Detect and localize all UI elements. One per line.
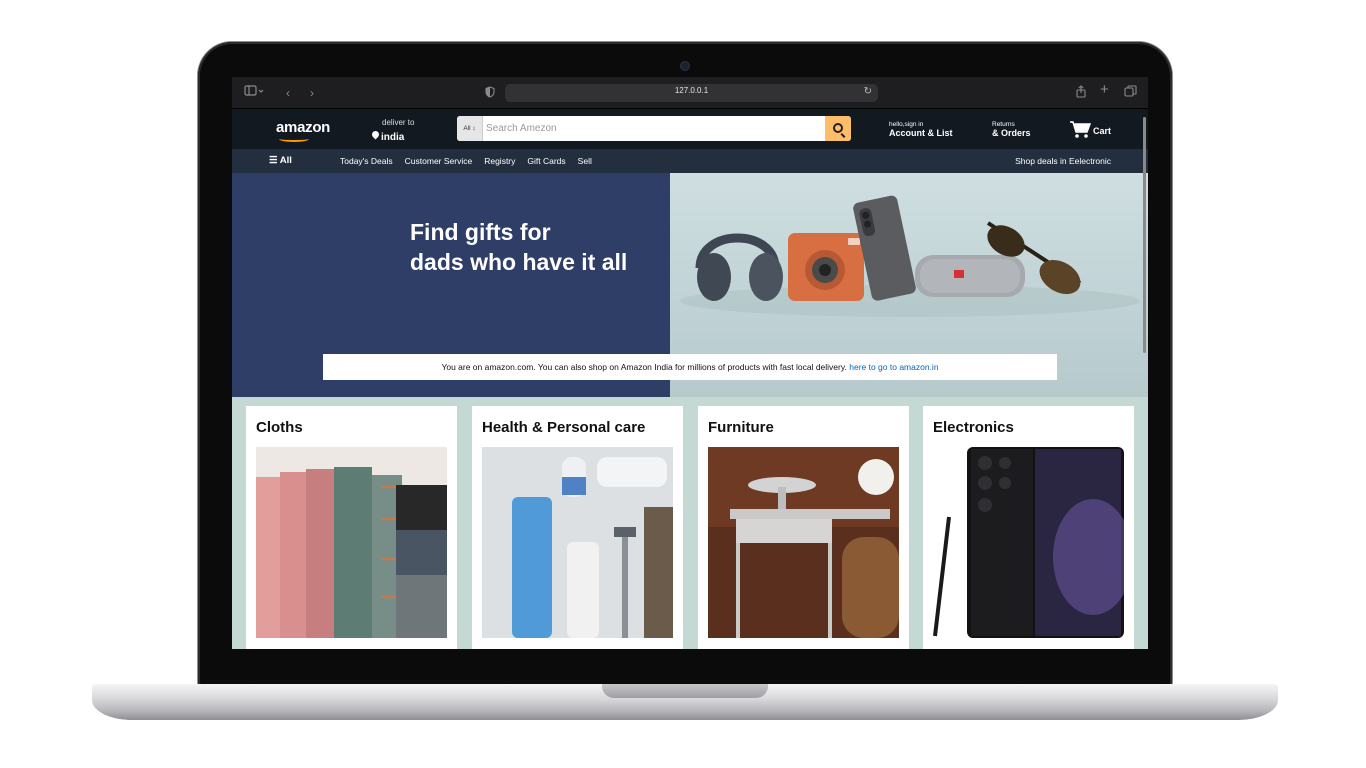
card-title: Cloths bbox=[256, 419, 303, 436]
card-title: Furniture bbox=[708, 419, 774, 436]
hero-title-line2: dads who have it all bbox=[410, 249, 628, 275]
nav-link-customer-service[interactable]: Customer Service bbox=[405, 156, 473, 166]
shop-deals-link[interactable]: Shop deals in Eelectronic bbox=[1015, 156, 1111, 166]
card-title: Health & Personal care bbox=[482, 419, 646, 436]
amazon-smile-icon bbox=[279, 136, 309, 142]
nav-links: Today's Deals Customer Service Registry … bbox=[340, 156, 592, 166]
hero-title-line1: Find gifts for bbox=[410, 219, 551, 245]
card-image-electronics[interactable] bbox=[933, 447, 1124, 638]
account-label: Account & List bbox=[889, 128, 953, 138]
url-text: 127.0.0.1 bbox=[674, 86, 709, 95]
reload-icon[interactable]: ↻ bbox=[864, 86, 872, 97]
card-title: Electronics bbox=[933, 419, 1014, 436]
deliver-label: deliver to bbox=[382, 118, 415, 127]
returns-label: Returns bbox=[992, 121, 1015, 128]
cart-icon bbox=[1069, 120, 1092, 138]
orders-label: & Orders bbox=[992, 128, 1031, 138]
account-menu[interactable]: hello,sign in Account & List bbox=[889, 121, 953, 138]
search-input[interactable] bbox=[483, 116, 825, 141]
laptop-hinge bbox=[602, 684, 768, 698]
category-card-furniture[interactable]: Furniture bbox=[698, 406, 909, 649]
nav-link-todays-deals[interactable]: Today's Deals bbox=[340, 156, 393, 166]
privacy-shield-icon[interactable] bbox=[485, 86, 495, 102]
category-card-health[interactable]: Health & Personal care bbox=[472, 406, 683, 649]
share-icon[interactable] bbox=[1075, 85, 1087, 102]
tab-overview-icon[interactable] bbox=[1124, 85, 1137, 101]
address-bar[interactable]: 127.0.0.1 ↻ bbox=[505, 84, 878, 102]
search-bar: All ↕ bbox=[457, 116, 851, 141]
account-greeting: hello,sign in bbox=[889, 121, 924, 128]
location-pin-icon bbox=[372, 131, 379, 140]
browser-toolbar: ‹ › 127.0.0.1 ↻ + bbox=[232, 77, 1148, 109]
card-image-health[interactable] bbox=[482, 447, 673, 638]
sub-navigation: ☰ All Today's Deals Customer Service Reg… bbox=[232, 149, 1148, 173]
forward-icon[interactable]: › bbox=[310, 85, 314, 101]
deliver-location: india bbox=[381, 132, 405, 143]
notice-text: You are on amazon.com. You can also shop… bbox=[441, 362, 847, 372]
hero-title: Find gifts for dads who have it all bbox=[410, 217, 660, 277]
search-category-label: All bbox=[463, 125, 471, 132]
nav-link-gift-cards[interactable]: Gift Cards bbox=[527, 156, 565, 166]
search-category-select[interactable]: All ↕ bbox=[457, 116, 483, 141]
screen: ‹ › 127.0.0.1 ↻ + amazon deliver to indi… bbox=[232, 77, 1148, 649]
amazon-header: amazon deliver to india All ↕ hello,sign… bbox=[232, 109, 1148, 149]
back-icon[interactable]: ‹ bbox=[286, 85, 290, 101]
camera-icon bbox=[681, 62, 689, 70]
deliver-to[interactable]: deliver to india bbox=[372, 118, 414, 145]
card-image-furniture[interactable] bbox=[708, 447, 899, 638]
locale-notice: You are on amazon.com. You can also shop… bbox=[323, 354, 1057, 380]
returns-orders[interactable]: Returns & Orders bbox=[992, 121, 1031, 138]
sidebar-toggle-icon[interactable] bbox=[244, 85, 266, 101]
search-icon bbox=[833, 123, 843, 133]
all-menu-button[interactable]: ☰ All bbox=[269, 155, 292, 166]
search-button[interactable] bbox=[825, 116, 851, 141]
amazon-logo[interactable]: amazon bbox=[276, 119, 330, 136]
card-image-cloths[interactable] bbox=[256, 447, 447, 638]
new-tab-icon[interactable]: + bbox=[1100, 82, 1109, 98]
category-card-electronics[interactable]: Electronics bbox=[923, 406, 1134, 649]
amazon-in-link[interactable]: here to go to amazon.in bbox=[849, 362, 938, 372]
cart-label: Cart bbox=[1093, 126, 1112, 136]
category-card-cloths[interactable]: Cloths bbox=[246, 406, 457, 649]
nav-link-sell[interactable]: Sell bbox=[578, 156, 592, 166]
page-scrollbar[interactable] bbox=[1143, 117, 1146, 353]
nav-link-registry[interactable]: Registry bbox=[484, 156, 515, 166]
camera-notch bbox=[568, 44, 802, 78]
